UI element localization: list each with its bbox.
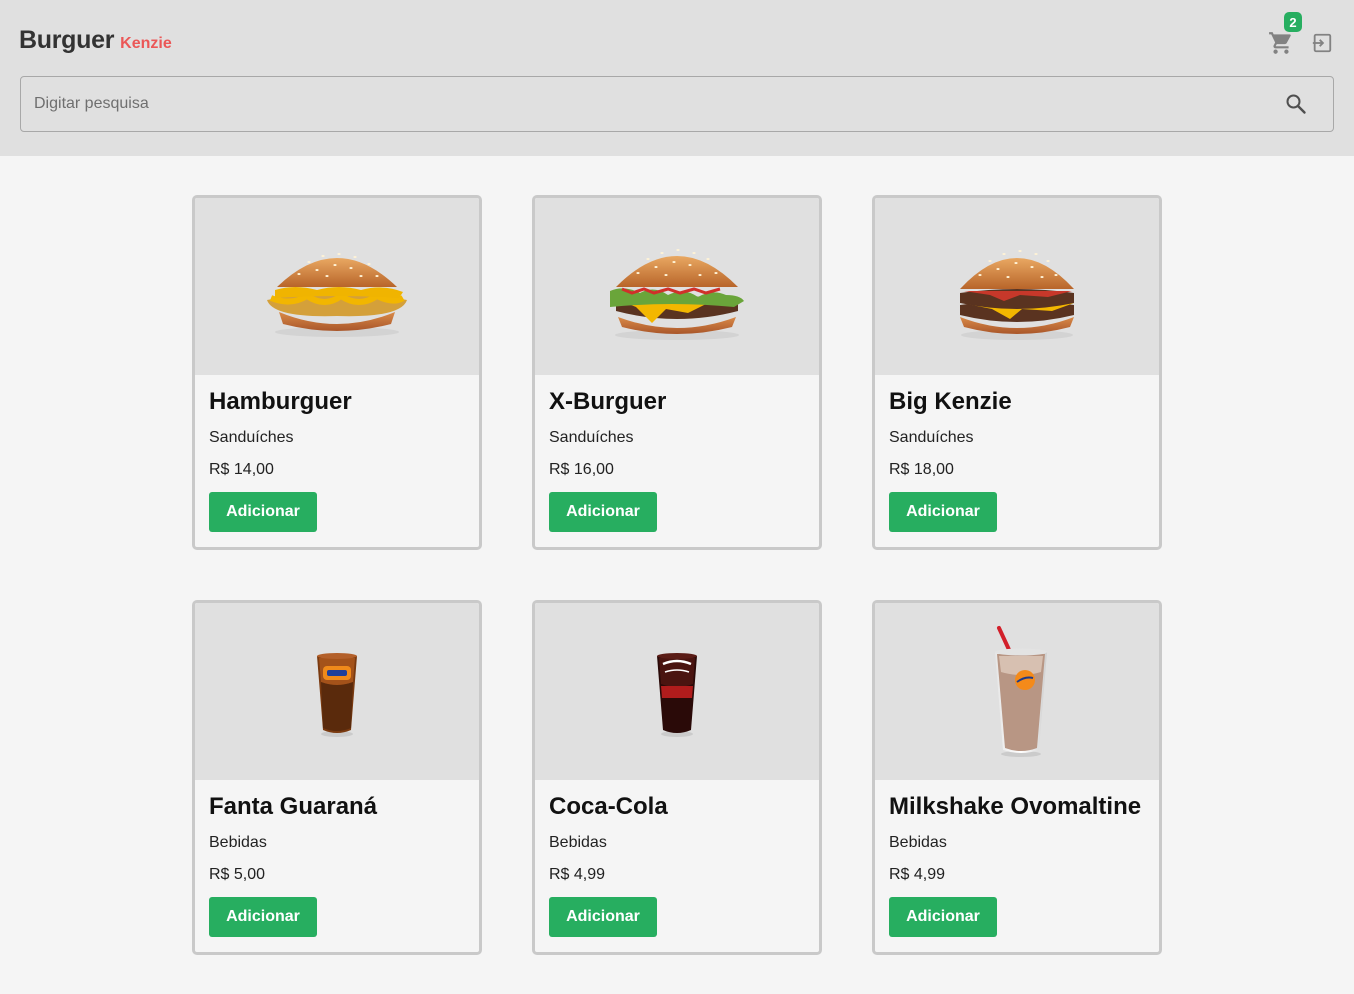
fanta-cup-image bbox=[317, 652, 357, 737]
logo-main-text: Burguer bbox=[19, 26, 115, 54]
product-name: Milkshake Ovomaltine bbox=[889, 793, 1142, 820]
product-card: Fanta Guaraná Bebidas R$ 5,00 Adicionar bbox=[192, 600, 482, 955]
product-info: Fanta Guaraná Bebidas R$ 5,00 Adicionar bbox=[195, 780, 479, 937]
add-to-cart-button[interactable]: Adicionar bbox=[549, 897, 657, 937]
product-card: Hamburguer Sanduíches R$ 14,00 Adicionar bbox=[192, 195, 482, 550]
product-image-area bbox=[535, 603, 819, 780]
milkshake-image bbox=[995, 625, 1047, 757]
product-info: Hamburguer Sanduíches R$ 14,00 Adicionar bbox=[195, 375, 479, 532]
cart-icon bbox=[1269, 32, 1291, 54]
search-icon bbox=[1286, 94, 1306, 114]
product-grid: Hamburguer Sanduíches R$ 14,00 Adicionar bbox=[192, 195, 1162, 955]
add-to-cart-button[interactable]: Adicionar bbox=[209, 492, 317, 532]
big-kenzie-image bbox=[960, 250, 1074, 340]
x-burger-image bbox=[610, 249, 744, 340]
product-card: X-Burguer Sanduíches R$ 16,00 Adicionar bbox=[532, 195, 822, 550]
logout-button[interactable] bbox=[1311, 32, 1333, 54]
product-info: Coca-Cola Bebidas R$ 4,99 Adicionar bbox=[535, 780, 819, 937]
app-header: Burguer Kenzie 2 bbox=[0, 0, 1354, 156]
product-category: Bebidas bbox=[209, 834, 267, 851]
product-price: R$ 5,00 bbox=[209, 866, 266, 883]
product-image-area bbox=[535, 198, 819, 375]
product-card: Coca-Cola Bebidas R$ 4,99 Adicionar bbox=[532, 600, 822, 955]
product-name: Big Kenzie bbox=[889, 388, 1012, 415]
product-category: Sanduíches bbox=[209, 429, 294, 446]
product-name: Hamburguer bbox=[209, 388, 352, 415]
logout-icon bbox=[1312, 33, 1332, 53]
product-price: R$ 4,99 bbox=[889, 866, 946, 883]
product-image-area bbox=[875, 198, 1159, 375]
product-price: R$ 18,00 bbox=[889, 461, 954, 478]
add-to-cart-button[interactable]: Adicionar bbox=[549, 492, 657, 532]
product-name: X-Burguer bbox=[549, 388, 667, 415]
search-button[interactable] bbox=[1284, 92, 1308, 116]
product-card: Milkshake Ovomaltine Bebidas R$ 4,99 Adi… bbox=[872, 600, 1162, 955]
product-category: Sanduíches bbox=[889, 429, 974, 446]
product-info: X-Burguer Sanduíches R$ 16,00 Adicionar bbox=[535, 375, 819, 532]
cart-count-badge: 2 bbox=[1284, 12, 1302, 32]
product-info: Milkshake Ovomaltine Bebidas R$ 4,99 Adi… bbox=[875, 780, 1159, 937]
product-price: R$ 4,99 bbox=[549, 866, 606, 883]
product-category: Sanduíches bbox=[549, 429, 634, 446]
product-price: R$ 14,00 bbox=[209, 461, 274, 478]
product-image-area bbox=[195, 198, 479, 375]
hamburger-image bbox=[267, 252, 407, 337]
product-price: R$ 16,00 bbox=[549, 461, 614, 478]
search-input[interactable] bbox=[34, 77, 1254, 131]
search-bar bbox=[20, 76, 1334, 132]
product-name: Fanta Guaraná bbox=[209, 793, 378, 820]
cart-button[interactable] bbox=[1268, 30, 1294, 56]
add-to-cart-button[interactable]: Adicionar bbox=[889, 492, 997, 532]
add-to-cart-button[interactable]: Adicionar bbox=[209, 897, 317, 937]
logo: Burguer Kenzie bbox=[19, 26, 172, 55]
product-image-area bbox=[195, 603, 479, 780]
product-card: Big Kenzie Sanduíches R$ 18,00 Adicionar bbox=[872, 195, 1162, 550]
product-image-area bbox=[875, 603, 1159, 780]
logo-sub-text: Kenzie bbox=[120, 35, 172, 52]
product-category: Bebidas bbox=[549, 834, 607, 851]
product-category: Bebidas bbox=[889, 834, 947, 851]
product-name: Coca-Cola bbox=[549, 793, 668, 820]
product-info: Big Kenzie Sanduíches R$ 18,00 Adicionar bbox=[875, 375, 1159, 532]
add-to-cart-button[interactable]: Adicionar bbox=[889, 897, 997, 937]
coca-cola-cup-image bbox=[657, 652, 697, 737]
